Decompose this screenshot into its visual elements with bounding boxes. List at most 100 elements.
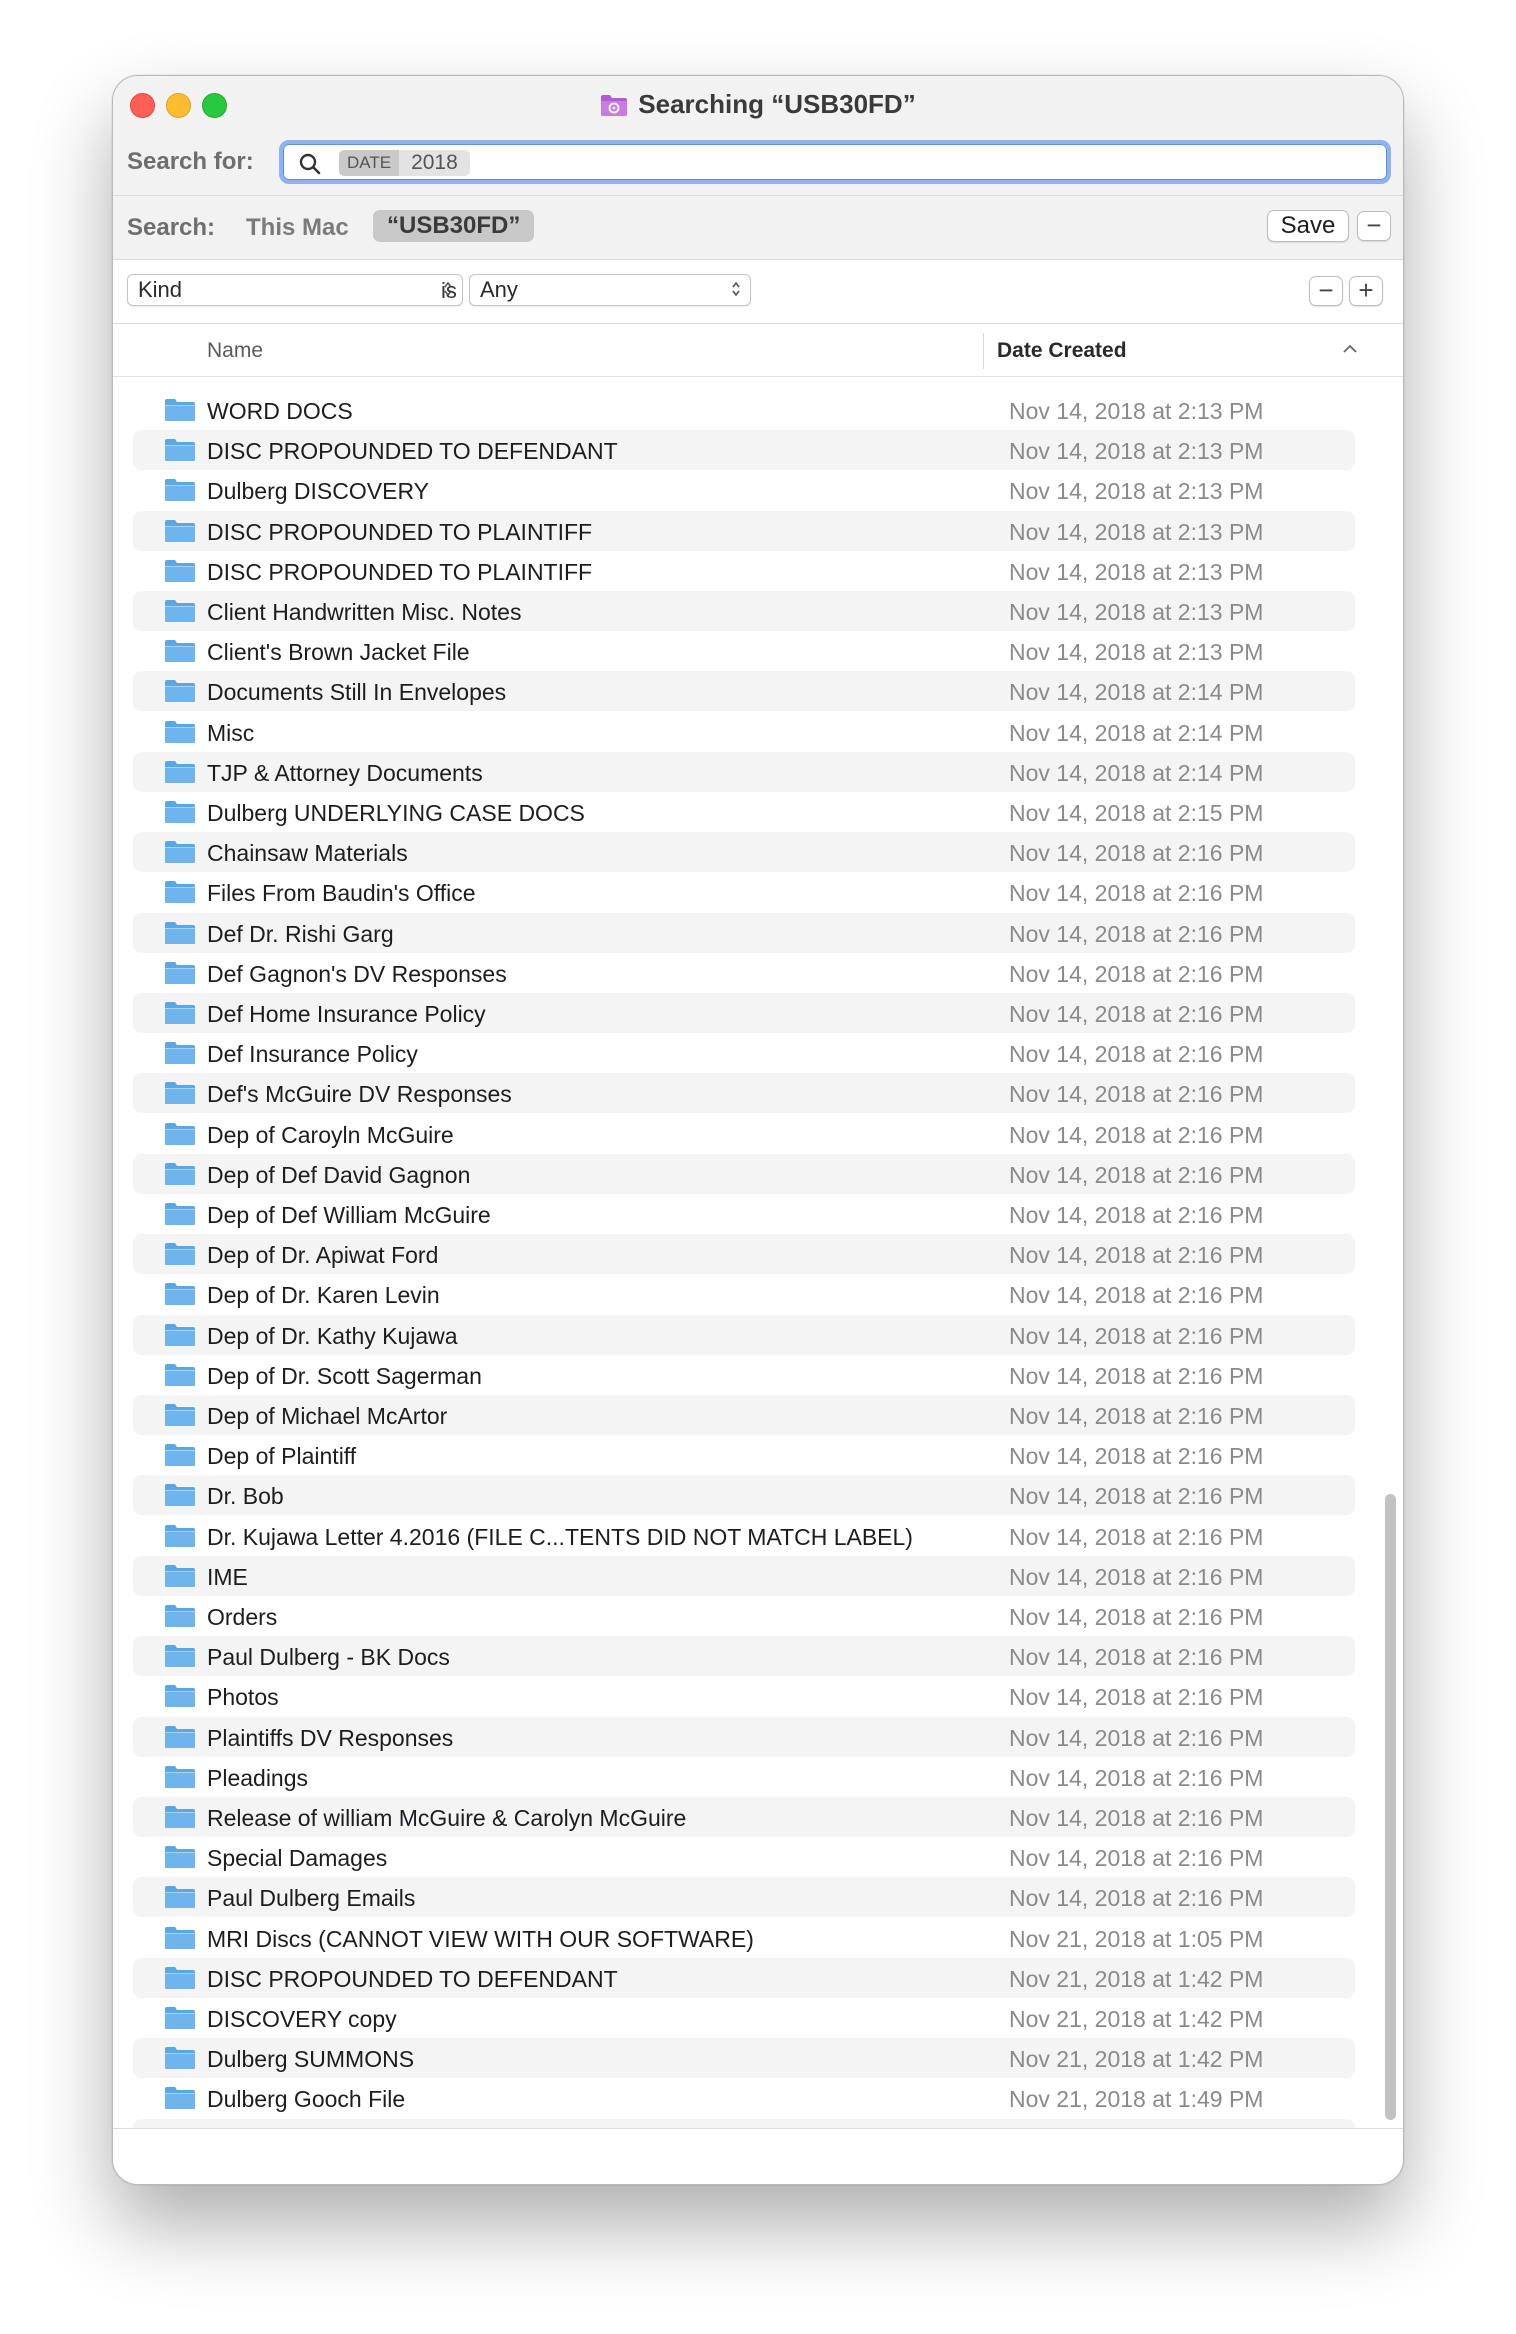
- date-created: Nov 14, 2018 at 2:13 PM: [1009, 478, 1264, 505]
- table-row[interactable]: Dr. Bob Nov 14, 2018 at 2:16 PM: [133, 1475, 1355, 1516]
- search-for-bar: Search for: DATE 2018: [113, 132, 1403, 196]
- table-row[interactable]: Def Home Insurance Policy Nov 14, 2018 at…: [133, 993, 1355, 1033]
- table-row[interactable]: Paul Dulberg - BK Docs Nov 14, 2018 at 2:…: [133, 1636, 1355, 1677]
- table-row[interactable]: Def Dr. Rishi Garg Nov 14, 2018 at 2:16 P…: [133, 912, 1355, 953]
- search-scope-label: Search:: [127, 214, 216, 241]
- table-row[interactable]: Dep of Dr. Karen Levin Nov 14, 2018 at 2:…: [133, 1274, 1355, 1314]
- remove-search-button[interactable]: −: [1357, 211, 1391, 241]
- folder-icon: [165, 1846, 195, 1869]
- date-created: Nov 14, 2018 at 2:16 PM: [1009, 1202, 1264, 1228]
- table-row[interactable]: Files From Baudin's Office Nov 14, 2018 a…: [133, 872, 1355, 912]
- table-row[interactable]: Def Gagnon's DV Responses Nov 14, 2018 at…: [133, 953, 1355, 993]
- column-header: Name Date Created: [113, 325, 1403, 377]
- file-name: DISCOVERY copy: [207, 2006, 397, 2032]
- file-name: Def Insurance Policy: [207, 1041, 418, 1068]
- table-row[interactable]: Paul Dulberg Emails Nov 14, 2018 at 2:16 …: [133, 1877, 1355, 1918]
- date-created: Nov 21, 2018 at 1:05 PM: [1009, 1925, 1264, 1952]
- search-for-label: Search for:: [127, 148, 254, 175]
- table-row[interactable]: Documents Still In Envelopes Nov 14, 2018…: [133, 671, 1355, 712]
- table-row[interactable]: DISC PROPOUNDED TO DEFENDANT Nov 14, 2018…: [133, 430, 1355, 471]
- table-row[interactable]: Def Insurance Policy Nov 14, 2018 at 2:16…: [133, 1033, 1355, 1073]
- table-row[interactable]: Plaintiffs DV Responses Nov 14, 2018 at 2…: [133, 1716, 1355, 1757]
- file-name: Dep of Michael McArtor: [207, 1403, 448, 1429]
- table-row[interactable]: Dep of Dr. Scott Sagerman Nov 14, 2018 at…: [133, 1355, 1355, 1395]
- folder-icon: [165, 921, 195, 944]
- date-created: Nov 14, 2018 at 2:13 PM: [1009, 639, 1264, 666]
- criteria-value-popup[interactable]: Any: [469, 274, 751, 306]
- table-row[interactable]: Dep of Def William McGuire Nov 14, 2018 a…: [133, 1194, 1355, 1234]
- table-row[interactable]: Dep of Def David Gagnon Nov 14, 2018 at 2…: [133, 1153, 1355, 1194]
- date-created: Nov 14, 2018 at 2:16 PM: [1009, 1724, 1264, 1751]
- table-row[interactable]: Client's Brown Jacket File Nov 14, 2018 a…: [133, 631, 1355, 671]
- table-row[interactable]: Dep of Caroyln McGuire Nov 14, 2018 at 2:…: [133, 1114, 1355, 1154]
- scope-this-mac[interactable]: This Mac: [246, 214, 349, 242]
- date-created: Nov 14, 2018 at 2:16 PM: [1009, 1684, 1264, 1711]
- remove-criteria-button[interactable]: −: [1309, 276, 1343, 306]
- add-criteria-button[interactable]: +: [1349, 276, 1383, 306]
- table-row[interactable]: IME Nov 14, 2018 at 2:16 PM: [133, 1555, 1355, 1596]
- date-created: Nov 14, 2018 at 2:13 PM: [1009, 518, 1264, 545]
- save-search-button[interactable]: Save: [1267, 210, 1349, 242]
- table-row[interactable]: Dr. Kujawa Letter 4.2016 (FILE C...TENTS…: [133, 1516, 1355, 1556]
- folder-icon: [165, 1283, 195, 1306]
- table-row[interactable]: Chainsaw Materials Nov 14, 2018 at 2:16 P…: [133, 832, 1355, 873]
- vertical-scrollbar[interactable]: [1383, 378, 1399, 2130]
- folder-icon: [165, 2087, 195, 2110]
- date-created: Nov 14, 2018 at 2:16 PM: [1009, 1563, 1264, 1590]
- date-created: Nov 14, 2018 at 2:16 PM: [1009, 1523, 1264, 1550]
- sort-ascending-chevron-icon[interactable]: [1341, 343, 1359, 355]
- table-row[interactable]: WORD DOCS Nov 14, 2018 at 2:13 PM: [133, 390, 1355, 430]
- table-row[interactable]: Special Damages Nov 14, 2018 at 2:16 PM: [133, 1837, 1355, 1877]
- table-row[interactable]: Release of william McGuire & Carolyn McG…: [133, 1797, 1355, 1837]
- scrollbar-thumb[interactable]: [1385, 1494, 1396, 2120]
- search-token-category: DATE: [339, 150, 400, 176]
- table-row[interactable]: DISC PROPOUNDED TO DEFENDANT Nov 21, 2018…: [133, 1957, 1355, 1998]
- table-row[interactable]: Orders Nov 14, 2018 at 2:16 PM: [133, 1596, 1355, 1636]
- search-input[interactable]: DATE 2018: [279, 140, 1391, 184]
- file-name: Dulberg SUMMONS: [207, 2046, 415, 2073]
- table-row[interactable]: Dulberg SUMMONS Nov 21, 2018 at 1:42 PM: [133, 2038, 1355, 2079]
- table-row[interactable]: Dep of Michael McArtor Nov 14, 2018 at 2:…: [133, 1395, 1355, 1435]
- folder-icon: [165, 1966, 195, 1989]
- scope-selected-volume[interactable]: “USB30FD”: [373, 210, 535, 242]
- table-row[interactable]: Dulberg UNDERLYING CASE DOCS Nov 14, 2018…: [133, 792, 1355, 832]
- popup-arrows-icon: [732, 281, 740, 297]
- folder-icon: [165, 1605, 195, 1627]
- file-name: Misc: [207, 719, 255, 746]
- search-scope-bar: Search: This Mac “USB30FD” Save −: [113, 196, 1403, 260]
- table-row[interactable]: TJP & Attorney Documents Nov 14, 2018 at …: [133, 751, 1355, 792]
- file-name: DISC PROPOUNDED TO DEFENDANT: [207, 1965, 618, 1992]
- search-token[interactable]: DATE 2018: [339, 150, 470, 176]
- table-row[interactable]: Dulberg Gooch File Nov 21, 2018 at 1:49 P…: [133, 2078, 1355, 2118]
- table-row[interactable]: MRI Discs (CANNOT VIEW WITH OUR SOFTWARE…: [133, 1918, 1355, 1958]
- table-row[interactable]: DISCOVERY copy Nov 21, 2018 at 1:42 PM: [133, 1998, 1355, 2038]
- file-name: Dulberg Gooch File: [207, 2086, 406, 2113]
- date-created: Nov 14, 2018 at 2:13 PM: [1009, 558, 1264, 585]
- file-name: TJP & Attorney Documents: [207, 759, 483, 786]
- table-row[interactable]: Dulberg DISCOVERY Nov 14, 2018 at 2:13 PM: [133, 470, 1355, 510]
- criteria-value-text: Any: [480, 277, 518, 302]
- criteria-attribute-popup[interactable]: Kind: [127, 274, 463, 306]
- table-row[interactable]: Photos Nov 14, 2018 at 2:16 PM: [133, 1676, 1355, 1716]
- table-row[interactable]: Dep of Plaintiff Nov 14, 2018 at 2:16 PM: [133, 1435, 1355, 1475]
- column-date-created-header[interactable]: Date Created: [997, 339, 1127, 363]
- folder-icon: [165, 1444, 195, 1467]
- date-created: Nov 14, 2018 at 2:16 PM: [1009, 1001, 1264, 1027]
- table-row[interactable]: Client Handwritten Misc. Notes Nov 14, 20…: [133, 591, 1355, 631]
- table-row[interactable]: DISC PROPOUNDED TO PLAINTIFF Nov 14, 2018…: [133, 551, 1355, 591]
- date-created: Nov 14, 2018 at 2:16 PM: [1009, 1604, 1264, 1630]
- table-row[interactable]: Dep of Dr. Apiwat Ford Nov 14, 2018 at 2:…: [133, 1234, 1355, 1275]
- column-name-header[interactable]: Name: [207, 339, 263, 363]
- table-row[interactable]: Dep of Dr. Kathy Kujawa Nov 14, 2018 at 2…: [133, 1314, 1355, 1355]
- folder-icon: [165, 1082, 195, 1105]
- table-row[interactable]: Pleadings Nov 14, 2018 at 2:16 PM: [133, 1757, 1355, 1797]
- table-row[interactable]: Def's McGuire DV Responses Nov 14, 2018 a…: [133, 1073, 1355, 1114]
- file-name: Def Home Insurance Policy: [207, 1001, 486, 1027]
- date-created: Nov 14, 2018 at 2:16 PM: [1009, 1764, 1264, 1791]
- column-divider[interactable]: [983, 333, 984, 369]
- table-row[interactable]: Misc Nov 14, 2018 at 2:14 PM: [133, 712, 1355, 752]
- file-name: Orders: [207, 1604, 278, 1630]
- date-created: Nov 14, 2018 at 2:16 PM: [1009, 960, 1264, 987]
- folder-icon: [165, 1243, 195, 1266]
- table-row[interactable]: DISC PROPOUNDED TO PLAINTIFF Nov 14, 2018…: [133, 510, 1355, 551]
